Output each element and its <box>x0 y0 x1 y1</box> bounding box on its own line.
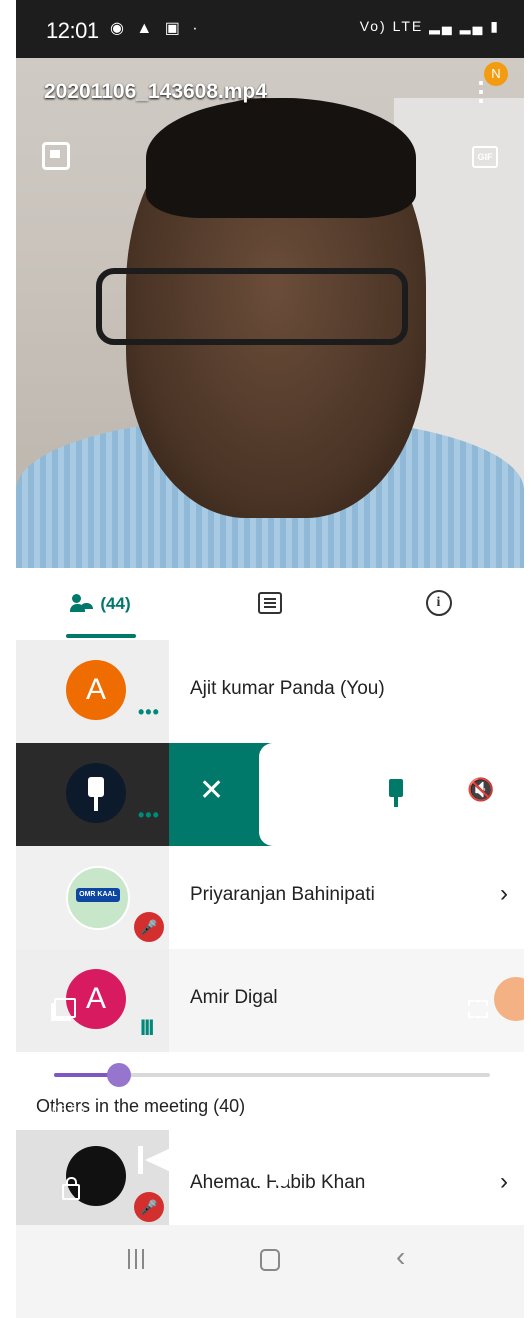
avatar: A <box>66 660 126 720</box>
video-person-glasses <box>96 268 408 345</box>
pause-button[interactable] <box>254 1134 290 1186</box>
app-frame: 12:01 ◉ ▲ ▣ · Vo) LTE ▂▄ ▂▄ ▮ 20201106_1… <box>16 0 524 1318</box>
gif-icon[interactable]: GIF <box>472 146 498 168</box>
total-time: 45:41 <box>452 1102 485 1117</box>
popup-player-icon[interactable] <box>54 998 76 1018</box>
participant-avatar-column: A ••• <box>16 640 169 743</box>
participant-row[interactable]: A III Amir Digal › <box>16 949 524 1052</box>
audio-level-icon: III <box>140 1015 154 1040</box>
participant-avatar-column: A III <box>16 949 169 1052</box>
participant-row-selected[interactable]: ••• ✕ 🔇 <box>16 743 524 846</box>
meeting-tabs: (44) i <box>16 568 524 641</box>
people-tab-label: (44) <box>70 594 131 614</box>
system-nav-bar: ‹ <box>16 1225 524 1318</box>
recents-button[interactable] <box>128 1249 146 1269</box>
signal-battery-icons: Vo) LTE ▂▄ ▂▄ ▮ <box>359 18 500 34</box>
speaking-dots-icon: ••• <box>138 702 160 722</box>
seek-bar-thumb[interactable] <box>107 1063 132 1087</box>
speaking-dots-icon: ••• <box>138 805 160 825</box>
participant-row[interactable]: A ••• Ajit kumar Panda (You) <box>16 640 524 743</box>
seek-bar[interactable] <box>54 1063 490 1087</box>
mute-participant-icon[interactable]: 🔇 <box>467 777 494 803</box>
previous-button[interactable] <box>136 1142 178 1178</box>
muted-icon: 🎤 <box>134 1192 164 1222</box>
participant-row[interactable]: OMR KAAL 🎤 Priyaranjan Bahinipati › <box>16 846 524 949</box>
lock-icon[interactable] <box>62 1177 80 1200</box>
pin-icon[interactable] <box>389 779 403 807</box>
notification-avatar[interactable]: N <box>484 62 508 86</box>
screenshot-icon[interactable] <box>42 142 70 170</box>
avatar: OMR KAAL <box>66 866 130 930</box>
fullscreen-icon[interactable] <box>468 1000 488 1018</box>
muted-icon: 🎤 <box>134 912 164 942</box>
video-person-hair <box>146 98 416 218</box>
video-preview[interactable]: 20201106_143608.mp4 ⋮ N GIF <box>16 58 524 568</box>
people-count: (44) <box>100 594 131 613</box>
action-buttons-area: 🔇 <box>259 743 524 846</box>
avatar-logo: OMR KAAL <box>76 888 120 902</box>
participant-avatar-column: OMR KAAL 🎤 <box>16 846 169 949</box>
participant-name: Amir Digal <box>190 987 278 1008</box>
tab-people[interactable]: (44) <box>16 568 185 640</box>
tab-chat[interactable] <box>185 568 354 640</box>
next-button[interactable] <box>366 1142 408 1178</box>
close-actions-button[interactable]: ✕ <box>199 773 224 808</box>
chat-icon <box>257 592 282 614</box>
active-tab-indicator <box>66 634 136 638</box>
home-button[interactable] <box>260 1249 280 1271</box>
info-icon: i <box>425 590 452 616</box>
participant-name: Ajit kumar Panda (You) <box>190 678 385 699</box>
rotate-icon[interactable] <box>460 1148 482 1170</box>
tab-info[interactable]: i <box>354 568 523 640</box>
people-icon <box>70 594 94 612</box>
status-time: 12:01 <box>46 18 99 43</box>
avatar <box>66 763 126 823</box>
participant-avatar-column: ••• <box>16 743 169 846</box>
notification-icons: ◉ ▲ ▣ · <box>110 20 202 37</box>
participant-action-panel: ✕ 🔇 <box>169 743 524 846</box>
back-button[interactable]: ‹ <box>396 1241 405 1273</box>
floating-bubble[interactable] <box>494 977 524 1021</box>
chevron-right-icon[interactable]: › <box>500 1168 508 1196</box>
status-bar: 12:01 ◉ ▲ ▣ · Vo) LTE ▂▄ ▂▄ ▮ <box>16 0 524 58</box>
elapsed-time: 08:30 <box>52 1102 85 1117</box>
participant-name: Priyaranjan Bahinipati <box>190 884 375 905</box>
chevron-right-icon[interactable]: › <box>500 880 508 908</box>
video-file-name: 20201106_143608.mp4 <box>44 80 268 103</box>
